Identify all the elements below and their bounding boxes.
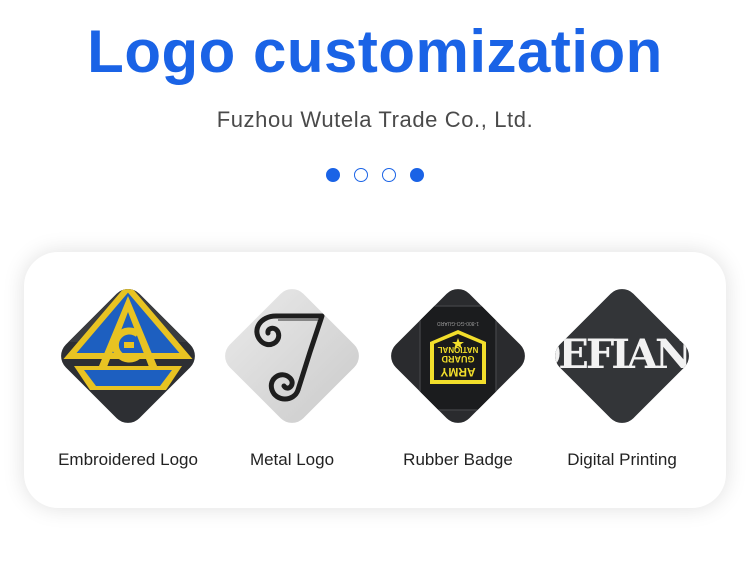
carousel-indicator <box>0 168 750 182</box>
print-text: DEFIANC <box>548 331 696 378</box>
badge-national-text: NATIONAL <box>438 345 479 354</box>
carousel-dot-4[interactable] <box>410 168 424 182</box>
carousel-dot-1[interactable] <box>326 168 340 182</box>
product-metal-logo[interactable]: Metal Logo <box>210 282 374 482</box>
logo-types-card: Embroidered Logo Metal Logo 1-800-GO-GUA… <box>24 252 726 508</box>
product-embroidered-logo[interactable]: Embroidered Logo <box>46 282 210 482</box>
embroidered-compass-icon <box>54 282 202 430</box>
product-rubber-badge[interactable]: 1-800-GO-GUARD NATIONAL GUARD ARMY Rubbe… <box>376 282 540 482</box>
digital-printing-image: DEFIANC <box>548 282 696 430</box>
badge-army-text: ARMY <box>440 365 475 379</box>
company-name: Fuzhou Wutela Trade Co., Ltd. <box>216 107 534 132</box>
product-label: Digital Printing <box>567 450 677 469</box>
printed-lettering-icon: DEFIANC <box>548 282 696 430</box>
page-title: Logo customization <box>87 18 663 85</box>
metal-spiral-icon <box>218 282 366 430</box>
embroidered-patch-image <box>54 282 202 430</box>
army-national-guard-badge-icon: 1-800-GO-GUARD NATIONAL GUARD ARMY <box>384 282 532 430</box>
carousel-dot-3[interactable] <box>382 168 396 182</box>
badge-phone-text: 1-800-GO-GUARD <box>437 320 479 326</box>
badge-guard-text: GUARD <box>441 354 474 364</box>
carousel-dot-2[interactable] <box>354 168 368 182</box>
product-digital-printing[interactable]: DEFIANC Digital Printing <box>540 282 704 482</box>
rubber-badge-image: 1-800-GO-GUARD NATIONAL GUARD ARMY <box>384 282 532 430</box>
metal-logo-image <box>218 282 366 430</box>
